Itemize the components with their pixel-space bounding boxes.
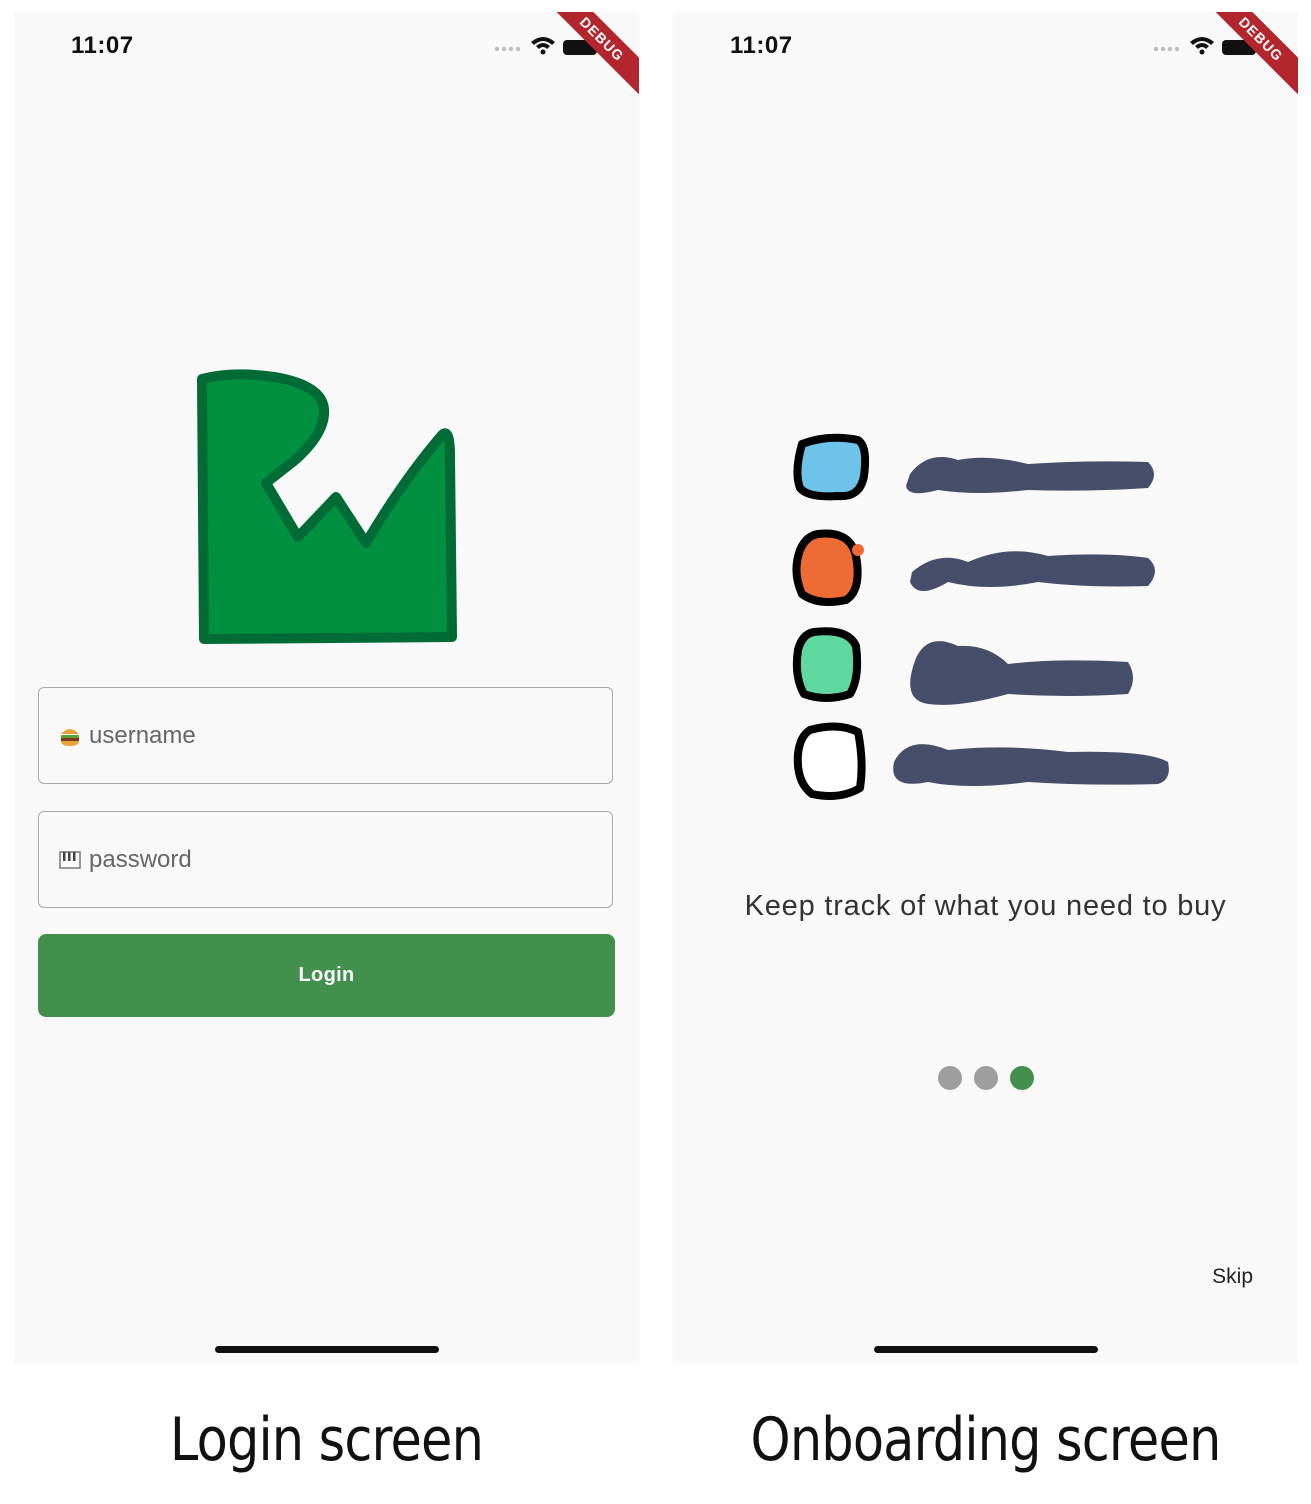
login-screen: 11:07 DEBUG username password Login: [14, 12, 639, 1365]
wifi-icon: [1190, 37, 1214, 55]
page-dot-1[interactable]: [937, 1066, 962, 1090]
home-indicator[interactable]: [214, 1346, 439, 1353]
app-logo: [194, 367, 464, 652]
password-placeholder: password: [89, 845, 192, 873]
checklist-line-4: [893, 744, 1169, 786]
checklist-line-2: [910, 551, 1155, 591]
debug-banner: DEBUG: [1191, 12, 1298, 109]
page-indicator: [673, 1066, 1298, 1090]
checklist-line-3: [910, 641, 1133, 705]
onboarding-screen: 11:07 DEBUG Keep track of what you need …: [673, 12, 1298, 1365]
status-time: 11:07: [730, 32, 793, 59]
wifi-icon: [531, 37, 555, 55]
caption-login: Login screen: [169, 1405, 484, 1475]
signal-icon: [1153, 46, 1180, 52]
password-field[interactable]: password: [38, 811, 613, 908]
skip-button[interactable]: Skip: [1212, 1265, 1253, 1289]
checklist-box-green: [792, 627, 862, 702]
signal-icon: [494, 46, 521, 52]
checklist-box-blue: [793, 433, 870, 501]
caption-onboarding: Onboarding screen: [750, 1405, 1222, 1475]
burger-icon: [59, 725, 81, 747]
page-dot-2[interactable]: [973, 1066, 998, 1090]
login-button[interactable]: Login: [38, 934, 615, 1017]
piano-keys-icon: [59, 849, 81, 871]
checklist-illustration: [788, 432, 1188, 817]
checklist-box-white: [793, 722, 866, 800]
checklist-box-orange: [792, 529, 864, 606]
status-time: 11:07: [71, 32, 134, 59]
page-dot-3-active[interactable]: [1009, 1066, 1034, 1090]
username-placeholder: username: [89, 721, 196, 749]
debug-banner: DEBUG: [532, 12, 639, 109]
username-field[interactable]: username: [38, 687, 613, 784]
home-indicator[interactable]: [873, 1346, 1098, 1353]
onboarding-message: Keep track of what you need to buy: [744, 890, 1227, 922]
checklist-line-1: [906, 457, 1154, 494]
